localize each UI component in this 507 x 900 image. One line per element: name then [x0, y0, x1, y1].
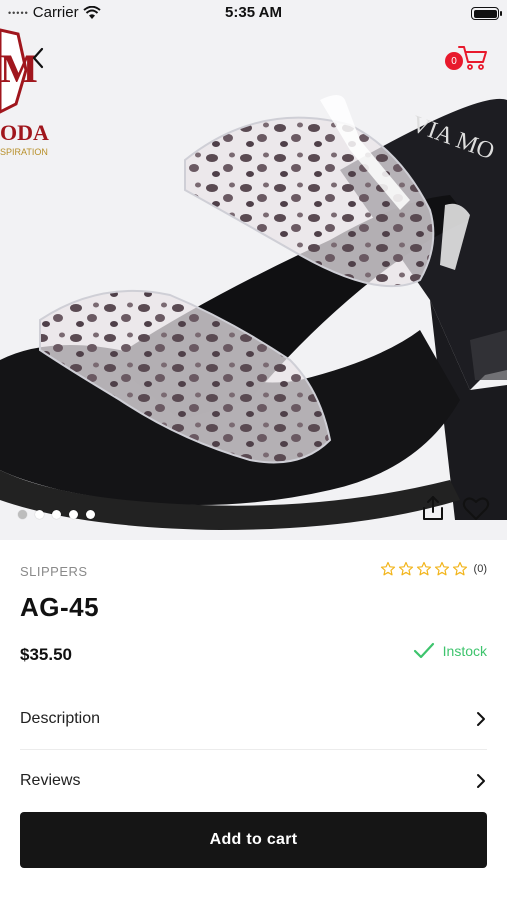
chevron-right-icon [477, 711, 485, 726]
reviews-label: Reviews [20, 772, 81, 789]
description-row[interactable]: Description [20, 688, 487, 750]
product-photo: M ODA SPIRATION VIA MO [0, 28, 507, 530]
share-icon[interactable] [420, 494, 446, 522]
page-dot[interactable] [35, 510, 44, 519]
description-label: Description [20, 709, 101, 727]
page-dot[interactable] [69, 510, 78, 519]
stock-label: Instock [442, 643, 487, 659]
back-arrow-icon[interactable] [28, 46, 48, 70]
battery-icon [471, 7, 502, 20]
image-pagination [18, 510, 95, 519]
chevron-right-icon [477, 774, 485, 788]
product-name: AG-45 [20, 592, 100, 622]
product-category: SLIPPERS [20, 564, 88, 579]
status-bar: ••••• Carrier 5:35 AM [0, 0, 507, 28]
logo-tagline: SPIRATION [0, 147, 48, 157]
star-icon [416, 561, 431, 576]
star-icon [380, 561, 395, 576]
rating-count: (0) [473, 563, 487, 575]
checkmark-icon [413, 642, 434, 659]
logo-text: ODA [0, 120, 49, 145]
star-icon [398, 561, 413, 576]
product-price: $35.50 [20, 645, 72, 664]
product-image-gallery[interactable]: M ODA SPIRATION VIA MO ••••• Carrier 5:3 [0, 0, 507, 540]
page-dot[interactable] [86, 510, 95, 519]
cart-icon[interactable] [457, 44, 489, 72]
star-icon [434, 561, 449, 576]
status-time: 5:35 AM [225, 4, 282, 21]
page-dot[interactable] [18, 510, 27, 519]
reviews-row[interactable]: Reviews [20, 750, 487, 812]
add-to-cart-button[interactable]: Add to cart [20, 812, 487, 868]
product-rating[interactable]: (0) [380, 561, 487, 577]
favorite-heart-icon[interactable] [462, 496, 490, 522]
page-dot[interactable] [52, 510, 61, 519]
star-icon [452, 561, 467, 576]
stock-status: Instock [413, 642, 487, 660]
